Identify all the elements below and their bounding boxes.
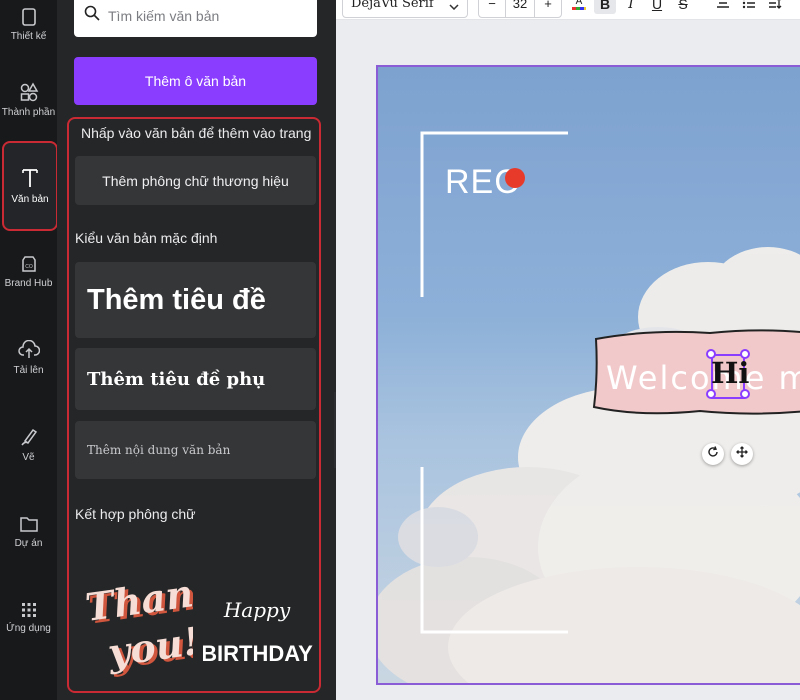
text-color-icon: A	[570, 0, 588, 15]
rail-item-label: Dự án	[14, 538, 43, 549]
list-button[interactable]	[738, 0, 760, 14]
rail-item-elements[interactable]: Thành phần	[0, 65, 57, 135]
spacing-icon	[768, 0, 782, 12]
combo-thank-you[interactable]: Thank Thank you! you!	[83, 565, 226, 680]
template-icon	[20, 8, 38, 26]
rec-dot-icon	[505, 168, 525, 188]
svg-text:CO: CO	[25, 264, 33, 270]
rail-item-label: Tải lên	[13, 365, 44, 376]
draw-icon	[19, 427, 39, 447]
add-textbox-button[interactable]: Thêm ô văn bản	[74, 57, 317, 105]
rail-item-label: Thành phần	[1, 107, 56, 118]
align-button[interactable]	[712, 0, 734, 14]
text-toolbar: DejaVu Serif − 32 + A B I U S	[336, 0, 800, 20]
resize-handle-bl[interactable]	[706, 389, 716, 399]
rail-item-text[interactable]: Văn bản	[2, 141, 58, 231]
panel-hint: Nhấp vào văn bản để thêm vào trang	[81, 125, 312, 141]
welcome-text[interactable]: Welcome my	[606, 359, 800, 397]
text-icon	[20, 167, 40, 189]
rail-item-design[interactable]: Thiết kế	[0, 0, 57, 60]
shapes-icon	[19, 82, 39, 102]
rail-item-label: Văn bản	[11, 194, 49, 205]
add-subheading-tile[interactable]: Thêm tiêu đề phụ	[75, 348, 316, 410]
combo-birthday-line: BIRTHDAY	[203, 641, 313, 666]
combo-happy-line: Happy	[223, 598, 291, 622]
default-styles-heading: Kiểu văn bản mặc định	[75, 230, 218, 246]
editor-window: Thiết kế Thành phần Văn bản CO Brand Hub…	[0, 0, 800, 700]
resize-handle-tl[interactable]	[706, 349, 716, 359]
search-input[interactable]: Tìm kiếm văn bản	[74, 0, 317, 37]
search-placeholder: Tìm kiếm văn bản	[108, 7, 220, 24]
rotate-button[interactable]	[702, 443, 724, 465]
resize-handle-br[interactable]	[740, 389, 750, 399]
rail-item-brand-hub[interactable]: CO Brand Hub	[0, 237, 57, 307]
italic-button[interactable]: I	[620, 0, 642, 14]
search-icon	[84, 5, 100, 26]
add-body-text-tile[interactable]: Thêm nội dung văn bản	[75, 421, 316, 479]
list-icon	[742, 0, 756, 12]
svg-text:A: A	[576, 0, 583, 7]
add-heading-tile[interactable]: Thêm tiêu đề	[75, 262, 316, 338]
text-panel: Tìm kiếm văn bản Thêm ô văn bản Nhấp vào…	[57, 0, 336, 700]
upload-icon	[17, 340, 40, 360]
resize-handle-tr[interactable]	[740, 349, 750, 359]
move-button[interactable]	[731, 443, 753, 465]
rail-item-label: Brand Hub	[4, 278, 53, 289]
folder-icon	[19, 515, 39, 533]
text-color-button[interactable]: A	[568, 0, 590, 14]
move-icon	[736, 445, 748, 463]
rail-item-draw[interactable]: Vẽ	[0, 410, 57, 480]
align-icon	[716, 0, 730, 12]
selected-text-hi[interactable]: Hi	[711, 356, 749, 390]
rail-item-label: Thiết kế	[10, 31, 47, 42]
decrease-size-button[interactable]: −	[479, 0, 505, 11]
rail-item-projects[interactable]: Dự án	[0, 497, 57, 567]
chevron-down-icon	[449, 0, 459, 14]
font-size-value[interactable]: 32	[505, 0, 535, 17]
add-brand-fonts-button[interactable]: Thêm phông chữ thương hiệu	[75, 156, 316, 205]
font-family-select[interactable]: DejaVu Serif	[342, 0, 468, 18]
brand-icon: CO	[20, 255, 38, 273]
combo-happy-birthday[interactable]: Happy BIRTHDAY	[201, 585, 313, 670]
strikethrough-button[interactable]: S	[672, 0, 694, 14]
apps-icon	[21, 602, 37, 618]
font-family-value: DejaVu Serif	[351, 0, 434, 11]
font-size-stepper[interactable]: − 32 +	[478, 0, 562, 18]
canvas-area: REC Welcome my Hi	[336, 20, 800, 700]
rail-item-apps[interactable]: Ứng dụng	[0, 583, 57, 653]
design-page[interactable]: REC Welcome my Hi	[376, 65, 800, 685]
rail-item-label: Ứng dụng	[6, 623, 51, 634]
increase-size-button[interactable]: +	[535, 0, 561, 11]
rotate-icon	[707, 445, 719, 463]
side-rail: Thiết kế Thành phần Văn bản CO Brand Hub…	[0, 0, 58, 700]
bold-button[interactable]: B	[594, 0, 616, 14]
font-combos-heading: Kết hợp phông chữ	[75, 506, 196, 522]
rail-item-label: Vẽ	[22, 452, 35, 463]
underline-button[interactable]: U	[646, 0, 668, 14]
spacing-button[interactable]	[764, 0, 786, 14]
rail-item-upload[interactable]: Tải lên	[0, 323, 57, 393]
